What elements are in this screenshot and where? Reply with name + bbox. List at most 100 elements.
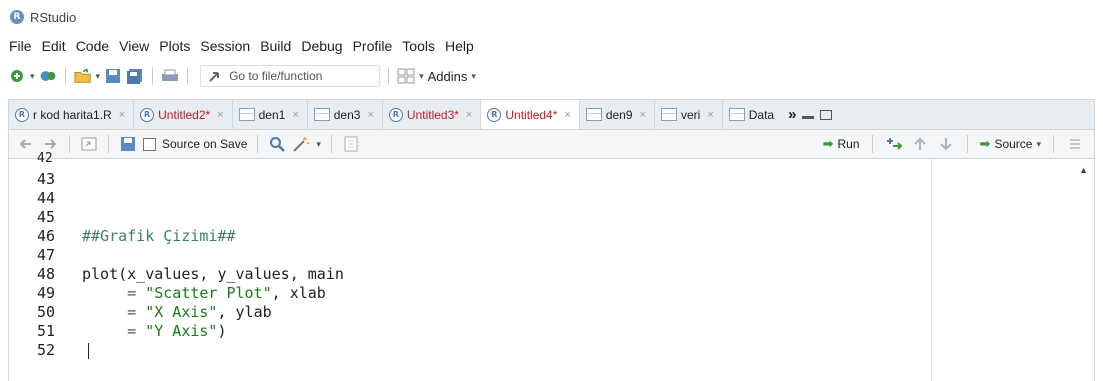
line-number: 52 bbox=[37, 341, 56, 359]
more-tabs-icon[interactable]: » bbox=[788, 106, 796, 123]
scroll-up-arrow-icon[interactable]: ▲ bbox=[1079, 165, 1088, 175]
new-file-icon[interactable] bbox=[8, 67, 26, 85]
tab-untitled4[interactable]: R Untitled4* × bbox=[481, 100, 580, 129]
show-in-window-icon[interactable] bbox=[80, 135, 98, 153]
tab-label: veri bbox=[680, 107, 701, 122]
tab-label: den3 bbox=[333, 107, 361, 122]
run-button[interactable]: ➡ Run bbox=[823, 136, 860, 152]
toolbar-separator bbox=[1053, 135, 1054, 153]
document-outline-icon[interactable] bbox=[342, 135, 360, 153]
line-number: 44 bbox=[37, 189, 56, 207]
rerun-icon[interactable] bbox=[885, 135, 903, 153]
menu-debug[interactable]: Debug bbox=[296, 38, 347, 54]
toolbar-separator bbox=[330, 135, 332, 153]
source-label: Source bbox=[994, 137, 1033, 151]
source-button[interactable]: ➡ Source ▾ bbox=[980, 136, 1041, 152]
save-icon[interactable] bbox=[119, 135, 137, 153]
search-icon[interactable] bbox=[268, 135, 286, 153]
tab-label: r kod harita1.R bbox=[33, 107, 112, 122]
menu-build[interactable]: Build bbox=[255, 38, 296, 54]
tab-veri[interactable]: veri × bbox=[655, 100, 723, 129]
line-number: 51 bbox=[37, 322, 56, 340]
run-label: Run bbox=[837, 137, 860, 151]
r-script-icon: R bbox=[487, 107, 502, 122]
new-file-dropdown-icon[interactable]: ▾ bbox=[30, 71, 35, 82]
r-script-icon: R bbox=[388, 107, 403, 122]
go-down-icon[interactable] bbox=[937, 135, 955, 153]
code-editor[interactable]: 42 43 44 45 46 47 48 49 50 51 52 ##Grafi… bbox=[8, 151, 1095, 381]
tab-untitled2[interactable]: R Untitled2* × bbox=[134, 100, 233, 129]
code-tools-wand-icon[interactable] bbox=[292, 135, 310, 153]
toolbar-separator bbox=[108, 135, 109, 153]
line-number: 48 bbox=[37, 265, 56, 283]
back-arrow-icon[interactable] bbox=[17, 135, 35, 153]
code-line: plot(x_values, y_values, main bbox=[82, 265, 344, 283]
addins-menu[interactable]: ▾ Addins ▾ bbox=[419, 69, 476, 84]
new-project-icon[interactable] bbox=[39, 67, 57, 85]
data-table-icon bbox=[313, 108, 330, 121]
maximize-pane-icon[interactable] bbox=[820, 109, 833, 120]
toolbar-separator bbox=[152, 67, 154, 85]
tab-close-icon[interactable]: × bbox=[564, 109, 570, 121]
tab-untitled3[interactable]: R Untitled3* × bbox=[383, 100, 482, 129]
tab-close-icon[interactable]: × bbox=[119, 109, 125, 121]
code-line: = "Scatter Plot", xlab bbox=[118, 284, 326, 302]
menu-plots[interactable]: Plots bbox=[154, 38, 195, 54]
tab-den1[interactable]: den1 × bbox=[233, 100, 308, 129]
toolbar-separator bbox=[69, 135, 70, 153]
tab-close-icon[interactable]: × bbox=[466, 109, 472, 121]
tab-close-icon[interactable]: × bbox=[217, 109, 223, 121]
minimize-pane-icon[interactable] bbox=[802, 116, 815, 119]
menu-file[interactable]: File bbox=[4, 38, 37, 54]
tab-close-icon[interactable]: × bbox=[367, 109, 373, 121]
menu-tools[interactable]: Tools bbox=[397, 38, 440, 54]
menu-session[interactable]: Session bbox=[195, 38, 255, 54]
code-area[interactable]: ##Grafik Çizimi## plot(x_values, y_value… bbox=[69, 159, 929, 381]
menu-edit[interactable]: Edit bbox=[37, 38, 71, 54]
toolbar-separator bbox=[187, 67, 189, 85]
tab-den3[interactable]: den3 × bbox=[308, 100, 383, 129]
go-up-icon[interactable] bbox=[911, 135, 929, 153]
menu-code[interactable]: Code bbox=[71, 38, 114, 54]
line-number: 43 bbox=[37, 170, 56, 188]
save-icon[interactable] bbox=[104, 67, 122, 85]
code-tools-dropdown-icon[interactable]: ▾ bbox=[316, 139, 321, 150]
print-icon[interactable] bbox=[161, 67, 179, 85]
tab-close-icon[interactable]: × bbox=[707, 109, 713, 121]
menu-bar: File Edit Code View Plots Session Build … bbox=[0, 34, 479, 58]
tab-close-icon[interactable]: × bbox=[640, 109, 646, 121]
code-line: = "X Axis", ylab bbox=[118, 303, 272, 321]
editor-tab-bar: R r kod harita1.R × R Untitled2* × den1 … bbox=[8, 99, 1095, 129]
menu-lines-icon[interactable] bbox=[1066, 135, 1084, 153]
toolbar-separator bbox=[966, 135, 968, 153]
data-table-icon bbox=[728, 108, 745, 121]
editor-toolbar-right: ➡ Run ➡ Source ▾ bbox=[823, 135, 1094, 153]
pane-layout-icon[interactable] bbox=[397, 67, 415, 85]
data-table-icon bbox=[238, 108, 255, 121]
tab-r-kod-harita1[interactable]: R r kod harita1.R × bbox=[9, 100, 135, 129]
menu-view[interactable]: View bbox=[114, 38, 154, 54]
tab-data[interactable]: Data bbox=[723, 100, 782, 129]
go-to-file-placeholder: Go to file/function bbox=[229, 69, 323, 83]
line-number: 42 bbox=[37, 151, 53, 166]
code-line-comment: ##Grafik Çizimi## bbox=[82, 227, 236, 245]
title-bar: R RStudio bbox=[0, 0, 1103, 34]
main-toolbar: ▾ ▾ Go to file/function ▾ Addins ▾ bbox=[0, 60, 1103, 92]
open-file-dropdown-icon[interactable]: ▾ bbox=[96, 71, 101, 82]
go-to-file-input[interactable]: Go to file/function bbox=[200, 65, 381, 87]
menu-help[interactable]: Help bbox=[440, 38, 479, 54]
data-table-icon bbox=[660, 108, 677, 121]
line-number: 45 bbox=[37, 208, 56, 226]
source-dropdown-icon[interactable]: ▾ bbox=[1036, 139, 1041, 150]
text-cursor bbox=[88, 343, 89, 359]
tab-close-icon[interactable]: × bbox=[292, 109, 298, 121]
line-number: 47 bbox=[37, 246, 56, 264]
open-file-icon[interactable] bbox=[73, 67, 92, 85]
tab-den9[interactable]: den9 × bbox=[580, 100, 655, 129]
go-to-arrow-icon bbox=[209, 72, 220, 82]
save-all-icon[interactable] bbox=[126, 67, 144, 85]
source-on-save-checkbox[interactable] bbox=[143, 137, 156, 151]
menu-profile[interactable]: Profile bbox=[348, 38, 398, 54]
line-number: 49 bbox=[37, 284, 56, 302]
run-arrow-icon: ➡ bbox=[822, 136, 834, 151]
